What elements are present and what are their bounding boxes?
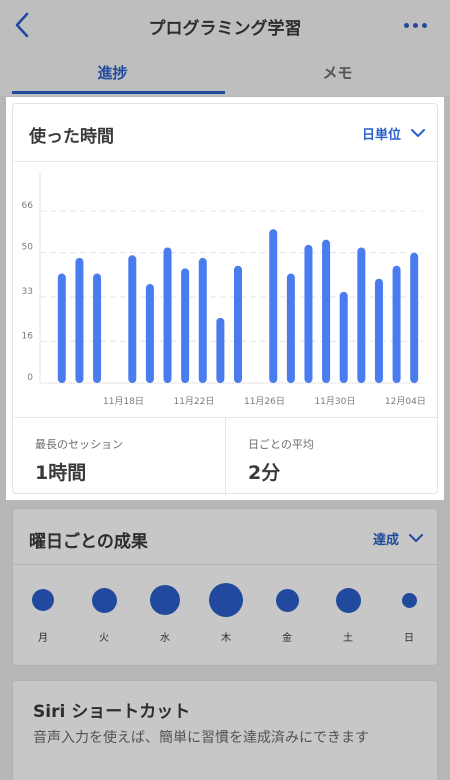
bar[interactable] xyxy=(410,252,419,383)
weekday-item: 水 xyxy=(135,565,195,665)
time-stats-row: 最長のセッション 1時間 日ごとの平均 2分 xyxy=(13,417,439,496)
weekday-item: 金 xyxy=(257,565,317,665)
time-spent-card-inner: 使った時間 日単位 0 16 33 50 66 11月18日 11月22日 11月26日 11月… xyxy=(12,103,439,496)
period-dropdown[interactable]: 日単位 xyxy=(362,124,425,143)
tab-active-indicator xyxy=(12,91,225,94)
weekday-dot xyxy=(209,583,243,617)
weekday-dot-wrap xyxy=(379,575,439,625)
bar[interactable] xyxy=(198,257,207,383)
weekday-label: 月 xyxy=(38,633,48,644)
weekday-dot-wrap xyxy=(196,575,256,625)
more-button[interactable] xyxy=(400,14,430,36)
tab-memo[interactable]: メモ xyxy=(225,52,450,96)
weekday-label: 火 xyxy=(99,633,109,644)
bar[interactable] xyxy=(286,273,295,383)
y-tick-label: 33 xyxy=(22,287,33,297)
weekday-dot xyxy=(150,585,180,615)
bar[interactable] xyxy=(374,278,383,383)
bar[interactable] xyxy=(392,265,401,383)
longest-session-stat: 最長のセッション 1時間 xyxy=(13,418,226,496)
chevron-down-icon xyxy=(411,129,425,137)
bar[interactable] xyxy=(357,247,366,383)
bar[interactable] xyxy=(304,244,313,383)
bar[interactable] xyxy=(216,317,225,383)
tab-bar: 進捗 メモ xyxy=(0,52,450,96)
weekday-dot-wrap xyxy=(135,575,195,625)
y-tick-label: 66 xyxy=(22,201,34,211)
bar-chart-svg: 0 16 33 50 66 11月18日 11月22日 11月26日 11月30日 12月04日 xyxy=(22,172,426,407)
weekday-dot-row: 月火水木金土日 xyxy=(13,565,437,665)
daily-average-stat: 日ごとの平均 2分 xyxy=(226,418,439,496)
time-bar-chart: 0 16 33 50 66 11月18日 11月22日 11月26日 11月30日 12月04日 xyxy=(13,162,439,417)
weekday-label: 木 xyxy=(221,633,231,644)
weekday-label: 金 xyxy=(282,633,292,644)
weekday-dot-wrap xyxy=(257,575,317,625)
page-title: プログラミング学習 xyxy=(148,19,302,39)
bar[interactable] xyxy=(339,291,348,383)
more-dot xyxy=(412,22,418,28)
longest-session-value: 1時間 xyxy=(35,462,87,484)
bar[interactable] xyxy=(181,268,190,383)
bar[interactable] xyxy=(75,257,84,383)
siri-card-description: 音声入力を使えば、簡単に習慣を達成済みにできます xyxy=(33,730,369,746)
nav-bar: プログラミング学習 xyxy=(0,0,450,52)
time-card-title: 使った時間 xyxy=(29,127,114,147)
weekday-results-card: 曜日ごとの成果 達成 月 火 水 木 金 土 日 xyxy=(12,508,438,666)
metric-dropdown[interactable]: 達成 xyxy=(373,529,423,548)
weekday-card-title: 曜日ごとの成果 xyxy=(29,532,148,552)
weekday-card-header: 曜日ごとの成果 達成 xyxy=(13,509,437,565)
metric-dropdown-label: 達成 xyxy=(372,533,399,548)
x-tick-label: 11月22日 xyxy=(173,396,214,407)
weekday-dot xyxy=(335,587,361,613)
weekday-item: 木 xyxy=(196,565,256,665)
y-tick-label: 50 xyxy=(22,243,34,253)
weekday-dot xyxy=(32,589,54,611)
y-tick-label: 16 xyxy=(22,331,34,341)
siri-card-title: Siri ショートカット xyxy=(33,702,191,722)
time-spent-card: 使った時間 日単位 0 16 33 50 66 11月18日 11月22日 11月26日 11月… xyxy=(6,97,444,500)
bar[interactable] xyxy=(322,239,331,383)
time-card-header: 使った時間 日単位 xyxy=(13,104,437,162)
x-tick-label: 11月26日 xyxy=(244,396,285,407)
weekday-dot xyxy=(401,592,417,608)
weekday-dot-wrap xyxy=(13,575,73,625)
tab-progress[interactable]: 進捗 xyxy=(0,52,225,96)
weekday-label: 土 xyxy=(343,633,353,644)
weekday-dot xyxy=(275,588,299,612)
bar[interactable] xyxy=(163,247,172,383)
weekday-item: 月 xyxy=(13,565,73,665)
weekday-item: 日 xyxy=(379,565,439,665)
daily-average-value: 2分 xyxy=(248,462,281,484)
x-tick-label: 11月30日 xyxy=(314,396,355,407)
weekday-label: 日 xyxy=(404,633,414,644)
weekday-dot-wrap xyxy=(74,575,134,625)
bar[interactable] xyxy=(234,265,242,383)
siri-shortcut-card[interactable]: Siri ショートカット 音声入力を使えば、簡単に習慣を達成済みにできます xyxy=(12,680,438,780)
more-horizontal-icon xyxy=(403,22,409,28)
period-dropdown-label: 日単位 xyxy=(361,128,401,143)
weekday-item: 火 xyxy=(74,565,134,665)
chevron-down-icon xyxy=(409,534,423,542)
weekday-dot-wrap xyxy=(318,575,378,625)
more-dot xyxy=(421,22,427,28)
x-tick-label: 12月04日 xyxy=(385,396,426,407)
bar[interactable] xyxy=(145,283,154,383)
x-tick-label: 11月18日 xyxy=(103,396,144,407)
bar[interactable] xyxy=(128,255,137,383)
longest-session-label: 最長のセッション xyxy=(35,438,123,451)
y-tick-label: 0 xyxy=(27,373,33,383)
daily-average-label: 日ごとの平均 xyxy=(248,438,314,451)
weekday-dot xyxy=(91,587,117,613)
bar[interactable] xyxy=(269,229,278,383)
bar[interactable] xyxy=(57,273,66,383)
bar[interactable] xyxy=(93,273,102,383)
weekday-label: 水 xyxy=(160,633,170,644)
weekday-item: 土 xyxy=(318,565,378,665)
